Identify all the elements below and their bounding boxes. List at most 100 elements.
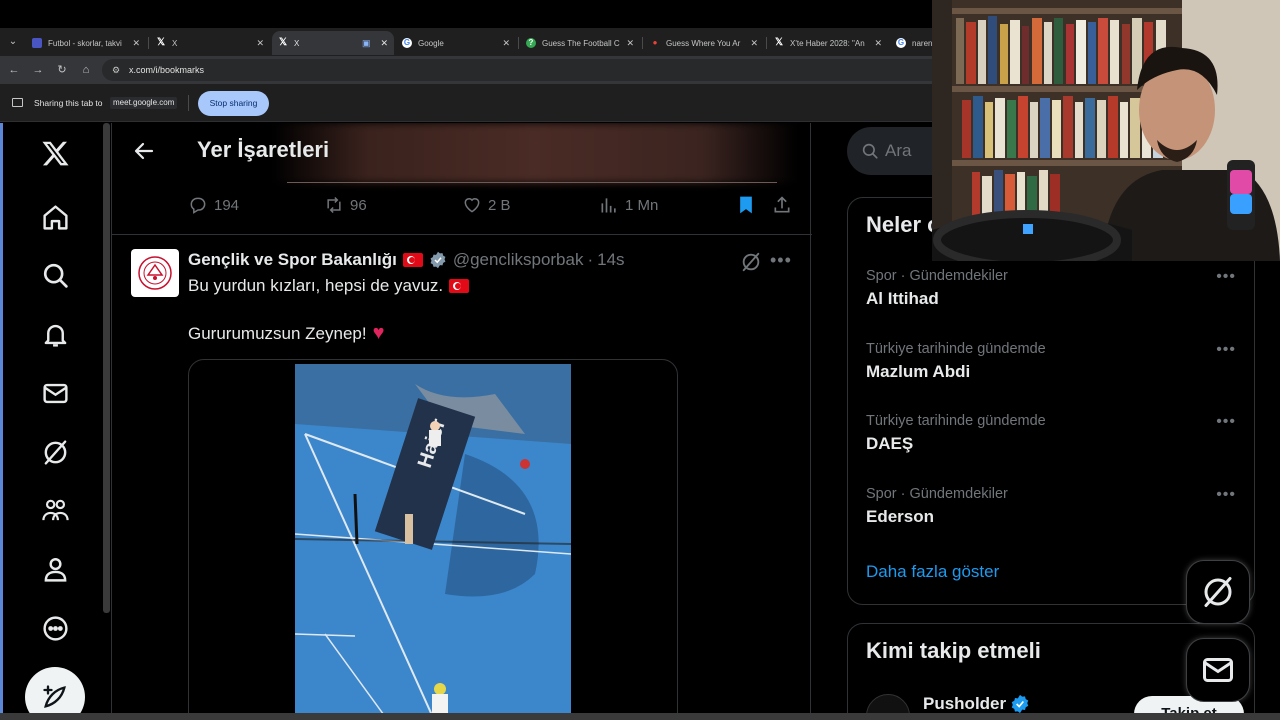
grok-icon: [1204, 577, 1232, 607]
tab-label: X'te Haber 2028: "An: [790, 38, 865, 48]
dot-separator: ·: [587, 250, 594, 269]
scrollbar[interactable]: [103, 123, 110, 613]
webcam-feed-image: [932, 0, 1280, 261]
address-bar[interactable]: ⚙ x.com/i/bookmarks: [102, 59, 962, 81]
like-button[interactable]: 2 B: [462, 195, 511, 215]
follow-user-name[interactable]: Pusholder: [923, 694, 1030, 714]
video-player[interactable]: Haier: [295, 364, 571, 720]
more-options-icon[interactable]: •••: [1216, 341, 1236, 359]
back-arrow-icon[interactable]: ←: [6, 62, 22, 78]
trend-name: Ederson: [866, 507, 935, 526]
messages-envelope-icon[interactable]: [37, 375, 73, 411]
post-media[interactable]: Haier: [188, 359, 678, 720]
trend-name: DAEŞ: [866, 434, 914, 453]
bookmark-button[interactable]: [736, 195, 762, 215]
close-icon[interactable]: ✕: [750, 38, 758, 49]
search-icon: [862, 143, 878, 159]
post-author[interactable]: Gençlik ve Spor Bakanlığı: [188, 250, 397, 270]
primary-nav: [3, 123, 103, 720]
sharing-host[interactable]: meet.google.com: [110, 97, 178, 109]
reply-button[interactable]: 194: [188, 195, 239, 215]
turkey-flag-icon: [449, 279, 470, 293]
repost-icon: [327, 196, 341, 214]
close-icon[interactable]: ✕: [132, 38, 140, 49]
more-options-icon[interactable]: [37, 610, 73, 646]
profile-icon[interactable]: [37, 551, 73, 587]
trend-item[interactable]: Türkiye tarihinde gündemde Mazlum Abdi •…: [866, 341, 1246, 391]
share-icon: [774, 196, 790, 213]
reply-icon: [190, 197, 206, 214]
repost-button[interactable]: 96: [324, 195, 367, 215]
grok-icon[interactable]: [740, 251, 762, 273]
trend-category: Spor · Gündemdekiler: [866, 486, 1008, 502]
browser-tab-google[interactable]: G Google ✕: [396, 31, 516, 55]
grok-fab-button[interactable]: [1186, 560, 1250, 624]
horizontal-scrollbar[interactable]: [0, 713, 1280, 720]
trend-item[interactable]: Spor · Gündemdekiler Ederson •••: [866, 486, 1246, 536]
more-options-icon[interactable]: •••: [1216, 413, 1236, 431]
trend-name: Mazlum Abdi: [866, 362, 971, 381]
close-icon[interactable]: ✕: [256, 38, 264, 49]
post-handle[interactable]: @gencliksporbak: [453, 250, 584, 270]
post-text-line1: Bu yurdun kızları, hepsi de yavuz.: [188, 276, 475, 296]
page-title: Yer İşaretleri: [197, 137, 330, 162]
google-icon: G: [402, 38, 412, 48]
grok-icon[interactable]: [37, 434, 73, 470]
views-button[interactable]: 1 Mn: [599, 195, 658, 215]
trends-title: Neler o: [866, 212, 941, 237]
x-logo-icon: 𝕏: [278, 37, 288, 48]
messages-envelope-icon: [1203, 658, 1233, 682]
close-icon[interactable]: ✕: [626, 38, 634, 49]
tab-label: Futbol - skorlar, takvi: [48, 38, 122, 48]
url-text: x.com/i/bookmarks: [129, 65, 205, 75]
stop-sharing-button[interactable]: Stop sharing: [198, 91, 269, 116]
tennis-court-image: Haier: [295, 364, 571, 720]
browser-tab-x-active[interactable]: 𝕏 X ▣ ✕: [272, 31, 394, 55]
ministry-logo-icon: [138, 256, 172, 290]
more-options-icon[interactable]: •••: [1216, 486, 1236, 504]
close-icon[interactable]: ✕: [380, 38, 388, 49]
avatar[interactable]: [131, 249, 179, 297]
search-icon[interactable]: [37, 257, 73, 293]
x-logo-icon[interactable]: [37, 135, 73, 171]
more-options-icon[interactable]: •••: [1216, 268, 1236, 286]
repost-count: 96: [350, 196, 367, 214]
home-icon[interactable]: [37, 199, 73, 235]
browser-tab-guess-where[interactable]: ● Guess Where You Ar ✕: [644, 31, 764, 55]
home-icon[interactable]: ⌂: [78, 62, 94, 78]
notifications-bell-icon[interactable]: [37, 316, 73, 352]
trend-item[interactable]: Türkiye tarihinde gündemde DAEŞ •••: [866, 413, 1246, 463]
post-text: Bu yurdun kızları, hepsi de yavuz.: [188, 276, 444, 295]
post-text: Gururumuzsun Zeynep!: [188, 323, 367, 343]
forward-arrow-icon[interactable]: →: [30, 62, 46, 78]
site-info-icon[interactable]: ⚙: [110, 64, 122, 76]
back-arrow-icon[interactable]: [132, 139, 156, 163]
follow-title: Kimi takip etmeli: [866, 638, 1041, 663]
browser-tab-guess-football[interactable]: ? Guess The Football C ✕: [520, 31, 640, 55]
trend-name: Al Ittihad: [866, 289, 939, 308]
x-logo-icon: 𝕏: [156, 37, 166, 48]
close-icon[interactable]: ✕: [502, 38, 510, 49]
post-time[interactable]: 14s: [597, 250, 624, 270]
trend-item[interactable]: Spor · Gündemdekiler Al Ittihad •••: [866, 268, 1246, 318]
bookmark-filled-icon: [740, 196, 752, 214]
tab-search-icon[interactable]: ⌄: [4, 33, 22, 51]
tab-label: Guess The Football C: [542, 38, 620, 48]
webcam-overlay: [932, 0, 1280, 261]
post-actions: 194 96 2 B 1 Mn: [112, 195, 812, 221]
communities-icon[interactable]: [37, 492, 73, 528]
share-button[interactable]: [772, 195, 798, 215]
reload-icon[interactable]: ↻: [54, 62, 70, 78]
follow-user-label: Pusholder: [923, 694, 1007, 713]
trend-category: Türkiye tarihinde gündemde: [866, 341, 1046, 357]
browser-tab-futbol[interactable]: Futbol - skorlar, takvi ✕: [26, 31, 146, 55]
post-text-line2: Gururumuzsun Zeynep! ♥: [188, 322, 384, 345]
messages-fab-button[interactable]: [1186, 638, 1250, 702]
more-options-icon[interactable]: •••: [770, 251, 792, 273]
browser-tab-x-haber[interactable]: 𝕏 X'te Haber 2028: "An ✕: [768, 31, 888, 55]
close-icon[interactable]: ✕: [874, 38, 882, 49]
map-pin-icon: ●: [652, 38, 658, 47]
show-more-link[interactable]: Daha fazla göster: [866, 562, 999, 582]
browser-tab-x-1[interactable]: 𝕏 X ✕: [150, 31, 270, 55]
post-header: Gençlik ve Spor Bakanlığı @gencliksporba…: [188, 250, 625, 270]
